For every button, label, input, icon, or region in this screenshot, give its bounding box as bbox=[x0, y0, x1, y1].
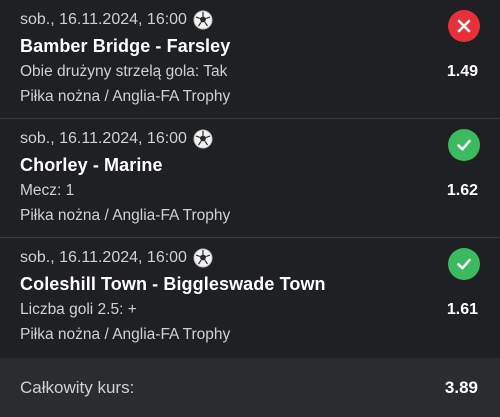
total-odds-value: 3.89 bbox=[444, 378, 478, 397]
bet-item[interactable]: sob., 16.11.2024, 16:00 Chorley - Marine… bbox=[0, 119, 500, 238]
soccer-ball-icon bbox=[193, 129, 213, 149]
bet-odds: 1.49 bbox=[446, 63, 478, 80]
soccer-ball-icon bbox=[193, 248, 213, 268]
bet-market: Mecz: 1 bbox=[20, 182, 75, 199]
bet-league: Piłka nożna / Anglia-FA Trophy bbox=[20, 88, 231, 105]
match-title: Chorley - Marine bbox=[20, 155, 163, 175]
bet-date: sob., 16.11.2024, 16:00 bbox=[20, 130, 187, 147]
bet-market: Liczba goli 2.5: + bbox=[20, 301, 137, 318]
bet-market: Obie drużyny strzelą gola: Tak bbox=[20, 63, 228, 80]
bet-odds: 1.62 bbox=[446, 182, 478, 199]
bet-date-row: sob., 16.11.2024, 16:00 bbox=[20, 10, 213, 30]
bet-date: sob., 16.11.2024, 16:00 bbox=[20, 11, 187, 28]
match-title: Coleshill Town - Biggleswade Town bbox=[20, 274, 326, 294]
bet-item[interactable]: sob., 16.11.2024, 16:00 Bamber Bridge - … bbox=[0, 0, 500, 119]
check-icon bbox=[457, 139, 471, 151]
match-title: Bamber Bridge - Farsley bbox=[20, 36, 231, 56]
bet-date-row: sob., 16.11.2024, 16:00 bbox=[20, 248, 213, 268]
bet-status-won bbox=[448, 129, 480, 161]
total-odds-label: Całkowity kurs: bbox=[20, 378, 135, 397]
close-icon bbox=[457, 19, 471, 33]
bet-status-lost bbox=[448, 10, 480, 42]
bet-status-won bbox=[448, 248, 480, 280]
total-odds-footer: Całkowity kurs: 3.89 bbox=[0, 358, 500, 417]
bet-date: sob., 16.11.2024, 16:00 bbox=[20, 249, 187, 266]
bet-item[interactable]: sob., 16.11.2024, 16:00 Coleshill Town -… bbox=[0, 238, 500, 356]
bet-odds: 1.61 bbox=[446, 301, 478, 318]
bet-league: Piłka nożna / Anglia-FA Trophy bbox=[20, 207, 231, 224]
bet-league: Piłka nożna / Anglia-FA Trophy bbox=[20, 326, 231, 343]
soccer-ball-icon bbox=[193, 10, 213, 30]
bet-slip: sob., 16.11.2024, 16:00 Bamber Bridge - … bbox=[0, 0, 500, 417]
check-icon bbox=[457, 258, 471, 270]
bet-date-row: sob., 16.11.2024, 16:00 bbox=[20, 129, 213, 149]
